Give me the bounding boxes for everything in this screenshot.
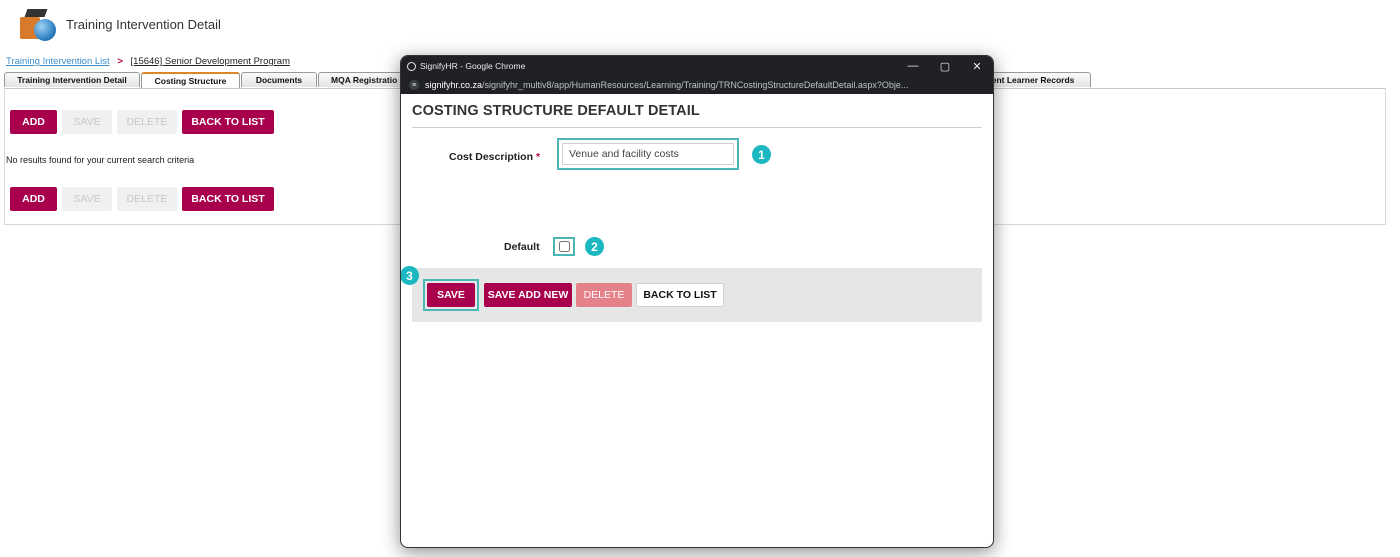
cost-description-highlight [557, 138, 739, 170]
callout-2: 2 [585, 237, 604, 256]
window-controls: — ▢ ✕ [897, 60, 993, 73]
heading-divider [412, 127, 982, 128]
detail-heading: COSTING STRUCTURE DEFAULT DETAIL [412, 103, 700, 119]
popup-titlebar[interactable]: SignifyHR - Google Chrome — ▢ ✕ [401, 56, 993, 76]
save-button-highlight: SAVE [423, 279, 479, 311]
breadcrumb-list-link[interactable]: Training Intervention List [6, 56, 110, 67]
breadcrumb-separator: > [117, 56, 123, 67]
popup-action-buttons: SAVE ADD NEW DELETE BACK TO LIST [484, 283, 724, 307]
site-info-icon[interactable]: ≡ [409, 80, 419, 90]
maximize-icon[interactable]: ▢ [929, 60, 961, 73]
bottom-toolbar: ADD SAVE DELETE BACK TO LIST [10, 187, 274, 211]
callout-1: 1 [752, 145, 771, 164]
tab-mqa-registration[interactable]: MQA Registratio [318, 72, 404, 87]
cost-description-label: Cost Description * [449, 151, 540, 163]
popup-body: COSTING STRUCTURE DEFAULT DETAIL Cost De… [401, 94, 993, 547]
cost-description-label-text: Cost Description [449, 151, 534, 163]
callout-3: 3 [401, 266, 419, 285]
save-add-new-button[interactable]: SAVE ADD NEW [484, 283, 572, 307]
save-button[interactable]: SAVE [62, 110, 112, 134]
popup-window-title: SignifyHR - Google Chrome [420, 61, 526, 71]
cost-description-input[interactable] [562, 143, 734, 165]
breadcrumb: Training Intervention List > [15646] Sen… [6, 56, 290, 67]
delete-button[interactable]: DELETE [117, 110, 177, 134]
default-label: Default [504, 241, 540, 253]
popup-back-to-list-button[interactable]: BACK TO LIST [636, 283, 724, 307]
tab-documents[interactable]: Documents [241, 72, 317, 87]
add-button[interactable]: ADD [10, 187, 57, 211]
delete-button[interactable]: DELETE [117, 187, 177, 211]
training-logo-icon [20, 7, 56, 41]
tab-costing-structure[interactable]: Costing Structure [141, 72, 240, 88]
popup-window: SignifyHR - Google Chrome — ▢ ✕ ≡ signif… [400, 55, 994, 548]
app-header: Training Intervention Detail [20, 6, 221, 42]
popup-save-button[interactable]: SAVE [427, 283, 475, 307]
page-title: Training Intervention Detail [66, 16, 221, 32]
top-toolbar: ADD SAVE DELETE BACK TO LIST [10, 110, 274, 134]
back-to-list-button[interactable]: BACK TO LIST [182, 110, 274, 134]
url-bar[interactable]: ≡ signifyhr.co.za/signifyhr_multiv8/app/… [401, 76, 993, 94]
tab-learner-records[interactable]: vent Learner Records [983, 72, 1091, 87]
save-button[interactable]: SAVE [62, 187, 112, 211]
close-icon[interactable]: ✕ [961, 60, 993, 73]
no-results-message: No results found for your current search… [6, 155, 195, 165]
tab-training-intervention-detail[interactable]: Training Intervention Detail [4, 72, 140, 87]
required-marker: * [536, 151, 541, 163]
action-bar: SAVE SAVE ADD NEW DELETE BACK TO LIST [412, 268, 982, 322]
tab-bar: Training Intervention Detail Costing Str… [4, 72, 405, 88]
chrome-icon [407, 61, 416, 71]
url-path: /signifyhr_multiv8/app/HumanResources/Le… [482, 80, 909, 90]
popup-delete-button[interactable]: DELETE [576, 283, 632, 307]
url-host: signifyhr.co.za [425, 80, 483, 90]
back-to-list-button[interactable]: BACK TO LIST [182, 187, 274, 211]
add-button[interactable]: ADD [10, 110, 57, 134]
breadcrumb-current: [15646] Senior Development Program [130, 56, 291, 67]
minimize-icon[interactable]: — [897, 60, 929, 73]
default-checkbox-highlight [553, 237, 575, 256]
default-checkbox[interactable] [558, 241, 570, 252]
